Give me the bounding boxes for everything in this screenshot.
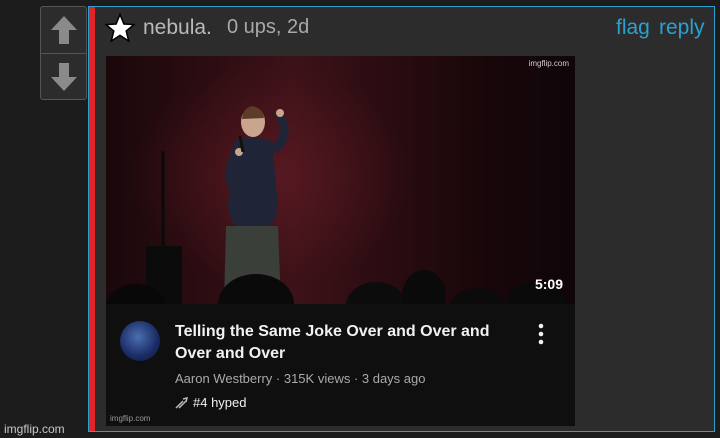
star-icon[interactable]: [105, 13, 135, 43]
meme-image[interactable]: imgflip.com 5:09 Telling the Same Joke O…: [106, 56, 575, 426]
comment-meta: 0 ups, 2d: [227, 16, 310, 38]
comment-accent-bar: [89, 7, 95, 431]
downvote-button[interactable]: [41, 54, 86, 100]
comment-panel: nebula. 0 ups, 2d flag reply imgflip.com…: [88, 6, 715, 432]
hyped-label: #4 hyped: [193, 395, 247, 410]
hype-icon: [175, 396, 189, 409]
hyped-badge: #4 hyped: [175, 395, 247, 410]
video-title: Telling the Same Joke Over and Over and …: [175, 323, 490, 362]
meme-watermark-bottom: imgflip.com: [110, 414, 151, 423]
video-channel-info: Aaron Westberry · 315K views · 3 days ag…: [175, 371, 426, 386]
vote-box: [40, 6, 87, 100]
meme-watermark-top: imgflip.com: [528, 59, 569, 68]
flag-link[interactable]: flag: [616, 16, 650, 40]
site-watermark: imgflip.com: [4, 422, 65, 436]
reply-link[interactable]: reply: [659, 16, 705, 40]
arrow-down-icon: [50, 63, 77, 91]
video-duration: 5:09: [534, 276, 563, 292]
channel-avatar: [120, 321, 160, 361]
arrow-up-icon: [50, 16, 77, 44]
video-thumbnail: imgflip.com 5:09: [106, 56, 575, 304]
comment-username[interactable]: nebula.: [143, 16, 212, 40]
upvote-button[interactable]: [41, 7, 86, 54]
comedian-figure-image: [106, 106, 566, 304]
more-options-icon: [538, 323, 544, 345]
